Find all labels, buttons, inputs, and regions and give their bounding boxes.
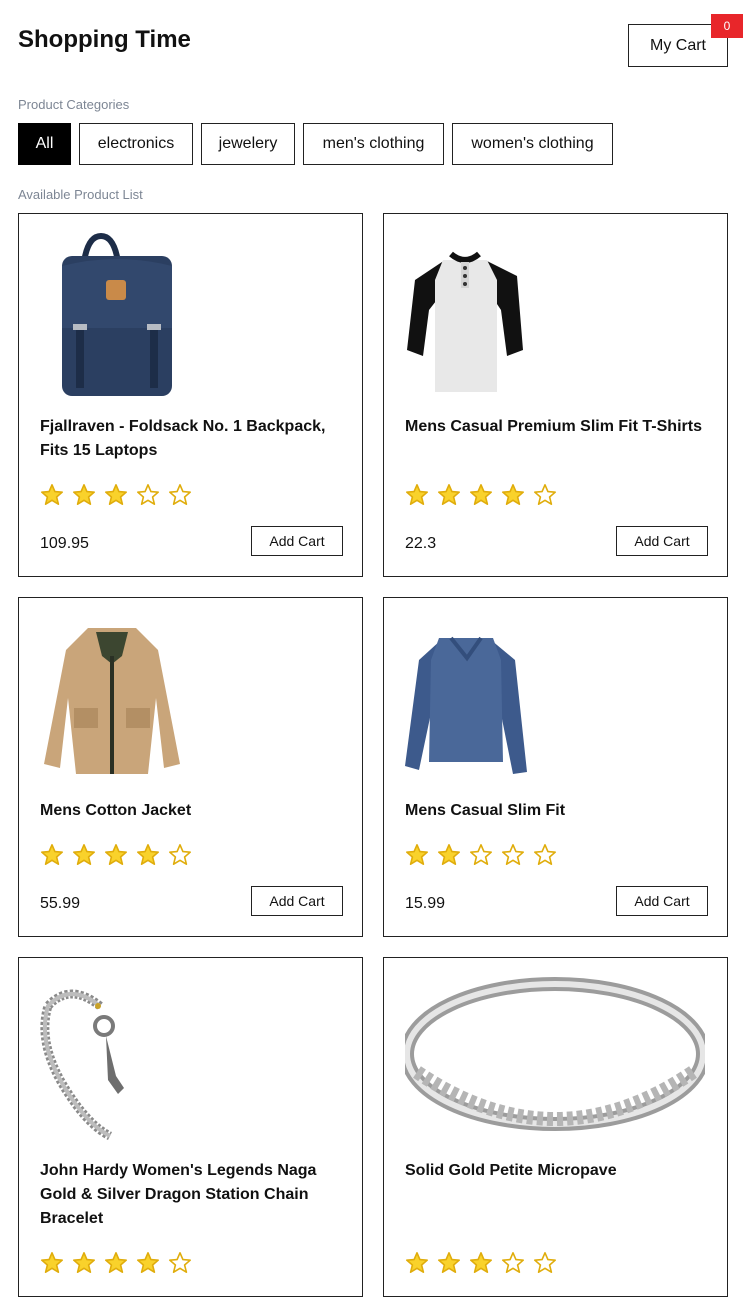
rating-stars <box>40 843 192 867</box>
product-price: 55.99 <box>40 895 81 912</box>
backpack-image <box>62 232 172 396</box>
add-cart-button[interactable]: Add Cart <box>251 886 343 916</box>
product-price: 22.3 <box>405 535 437 552</box>
star-filled-icon <box>73 1252 95 1273</box>
rating-stars <box>405 483 557 507</box>
star-empty-icon <box>470 844 492 865</box>
star-empty-icon <box>137 484 159 505</box>
product-price: 109.95 <box>40 535 89 552</box>
category-mens-clothing-button[interactable]: men's clothing <box>303 123 444 165</box>
star-empty-icon <box>502 1252 524 1273</box>
star-filled-icon <box>105 1252 127 1273</box>
product-card: Mens Cotton Jacket 55.99 Add Cart <box>18 597 363 937</box>
star-filled-icon <box>406 484 428 505</box>
product-name: Mens Casual Slim Fit <box>405 802 566 819</box>
tshirt-image <box>407 251 523 392</box>
rating-stars <box>405 843 557 867</box>
star-filled-icon <box>470 484 492 505</box>
product-card: Mens Casual Slim Fit 15.99 Add Cart <box>383 597 728 937</box>
product-price: 15.99 <box>405 895 446 912</box>
star-filled-icon <box>438 844 460 865</box>
star-filled-icon <box>41 484 63 505</box>
add-cart-button[interactable]: Add Cart <box>251 526 343 556</box>
category-filter-bar: All electronics jewelery men's clothing … <box>18 123 613 165</box>
add-cart-button[interactable]: Add Cart <box>616 526 708 556</box>
star-filled-icon <box>41 844 63 865</box>
star-empty-icon <box>502 844 524 865</box>
star-empty-icon <box>169 844 191 865</box>
product-card: Mens Casual Premium Slim Fit T-Shirts 22… <box>383 213 728 577</box>
category-womens-clothing-button[interactable]: women's clothing <box>452 123 613 165</box>
page-title: Shopping Time <box>18 26 191 53</box>
bracelet-image <box>40 989 124 1141</box>
rating-stars <box>40 483 192 507</box>
add-cart-button[interactable]: Add Cart <box>616 886 708 916</box>
category-electronics-button[interactable]: electronics <box>79 123 193 165</box>
category-jewelery-button[interactable]: jewelery <box>201 123 295 165</box>
star-filled-icon <box>105 484 127 505</box>
star-empty-icon <box>534 1252 556 1273</box>
star-filled-icon <box>406 844 428 865</box>
category-all-button[interactable]: All <box>18 123 71 165</box>
star-filled-icon <box>470 1252 492 1273</box>
product-name: Mens Casual Premium Slim Fit T-Shirts <box>405 418 702 435</box>
star-filled-icon <box>137 1252 159 1273</box>
product-list-label: Available Product List <box>18 187 143 202</box>
product-card: Solid Gold Petite Micropave <box>383 957 728 1297</box>
star-filled-icon <box>41 1252 63 1273</box>
product-card: John Hardy Women's Legends Naga Gold & S… <box>18 957 363 1297</box>
star-filled-icon <box>137 844 159 865</box>
star-filled-icon <box>502 484 524 505</box>
rating-stars <box>405 1251 557 1275</box>
star-filled-icon <box>438 484 460 505</box>
star-filled-icon <box>105 844 127 865</box>
ring-image <box>405 977 705 1131</box>
rating-stars <box>40 1251 192 1275</box>
star-filled-icon <box>438 1252 460 1273</box>
categories-label: Product Categories <box>18 97 130 112</box>
star-empty-icon <box>534 484 556 505</box>
star-empty-icon <box>534 844 556 865</box>
product-name: John Hardy Women's Legends Naga Gold & S… <box>40 1162 317 1227</box>
star-empty-icon <box>169 484 191 505</box>
long-sleeve-shirt-image <box>405 636 527 774</box>
star-filled-icon <box>73 484 95 505</box>
star-filled-icon <box>73 844 95 865</box>
cart-count-badge: 0 <box>711 14 743 38</box>
product-name: Mens Cotton Jacket <box>40 802 192 819</box>
star-empty-icon <box>169 1252 191 1273</box>
product-card: Fjallraven - Foldsack No. 1 Backpack, Fi… <box>18 213 363 577</box>
star-filled-icon <box>406 1252 428 1273</box>
product-name: Fjallraven - Foldsack No. 1 Backpack, Fi… <box>40 418 326 459</box>
jacket-image <box>44 628 180 774</box>
product-name: Solid Gold Petite Micropave <box>405 1162 617 1179</box>
